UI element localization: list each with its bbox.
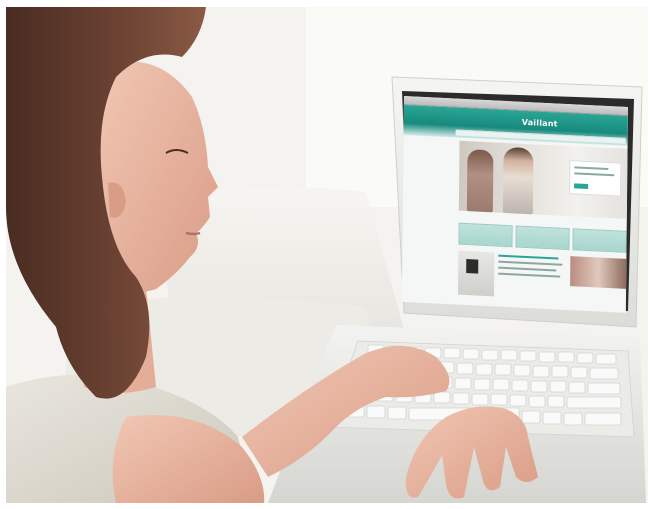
woman-lips: [185, 231, 201, 236]
site-logo: Vaillant: [521, 117, 558, 129]
hero-teaser-box: [569, 160, 622, 197]
hero-person-man: [502, 146, 534, 215]
hero-box-line: [574, 166, 609, 170]
site-hero-image: [458, 140, 628, 219]
teaser-box: [458, 222, 513, 248]
content-text-block: [498, 254, 564, 298]
hero-box-line: [574, 172, 615, 177]
teaser-box: [515, 225, 570, 251]
teaser-row: [458, 222, 627, 253]
laptop-screen: Vaillant: [401, 96, 628, 313]
content-row: [457, 249, 627, 307]
content-image-family: [570, 256, 627, 289]
content-image-room: [457, 250, 495, 297]
hero-box-button: [574, 183, 589, 190]
teaser-box: [572, 228, 627, 253]
tv-shape: [466, 259, 479, 274]
hero-person-woman: [466, 149, 494, 213]
